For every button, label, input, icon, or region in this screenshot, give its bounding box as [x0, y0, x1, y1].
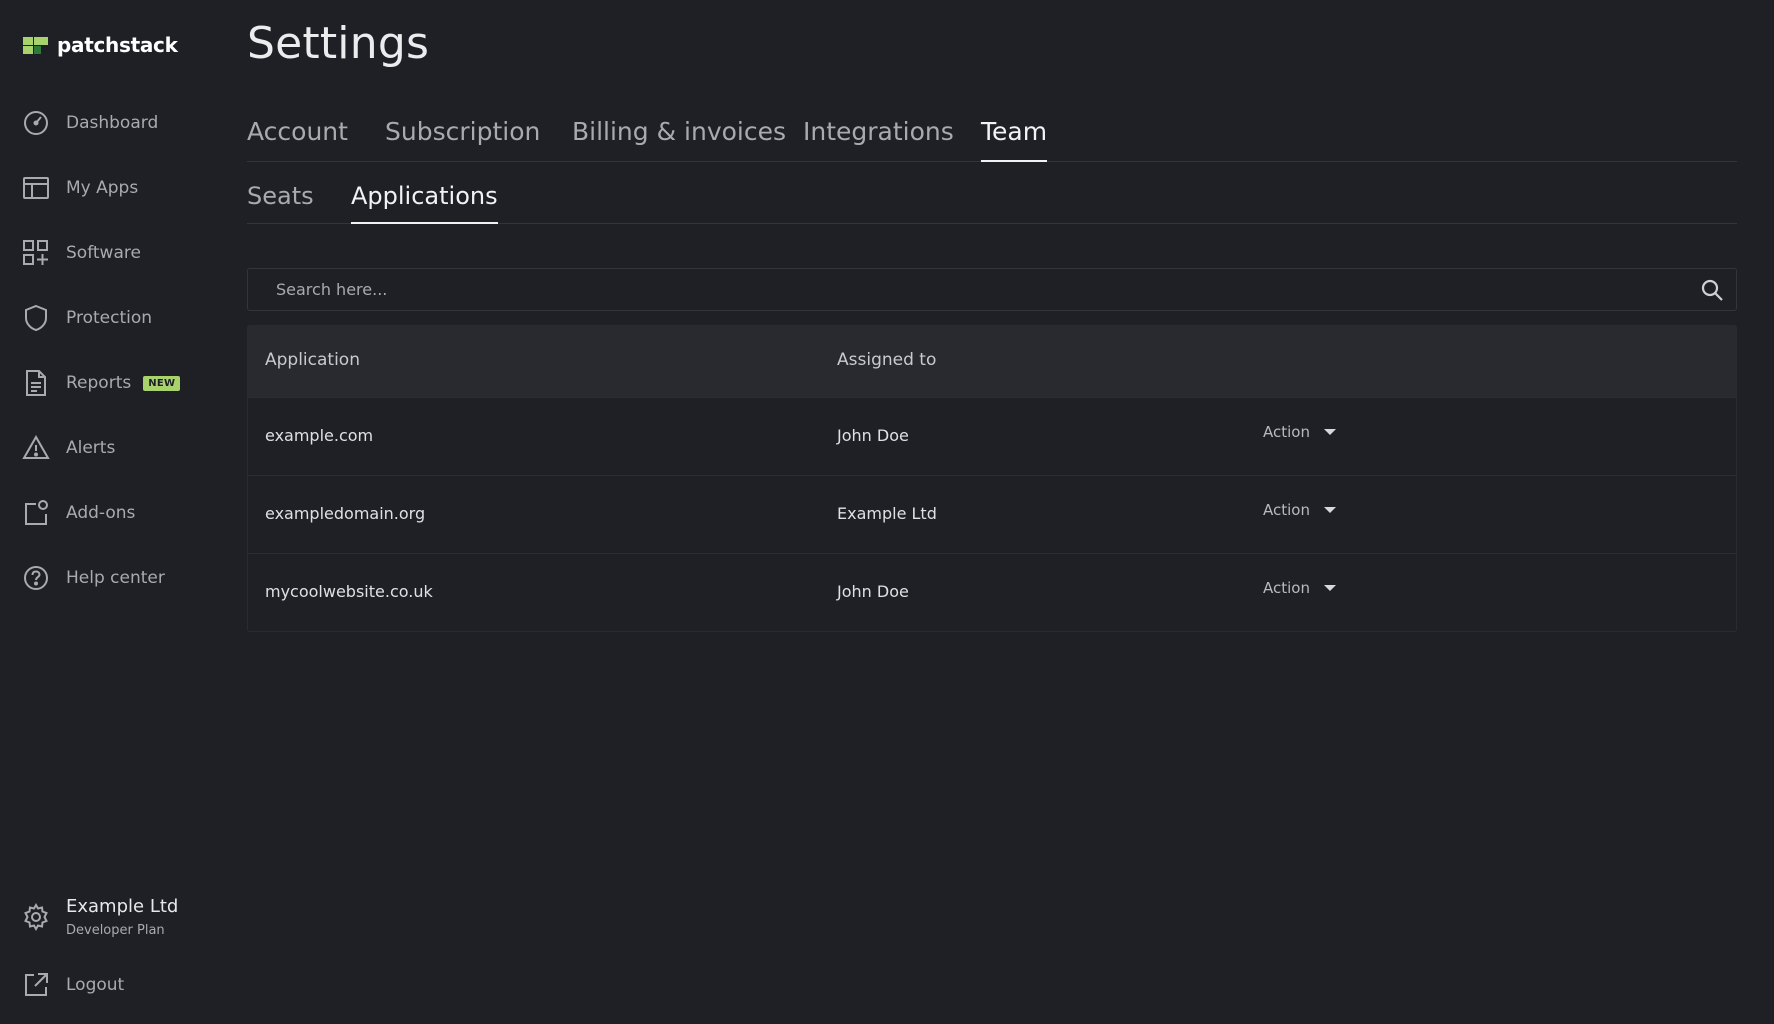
table-row: mycoolwebsite.co.uk John Doe Action	[248, 553, 1736, 631]
application-cell: mycoolwebsite.co.uk	[265, 582, 433, 601]
search-bar	[247, 268, 1737, 311]
new-badge: NEW	[143, 375, 181, 391]
action-dropdown[interactable]: Action	[1263, 423, 1336, 441]
assigned-to-cell: Example Ltd	[837, 504, 937, 523]
column-header-application[interactable]: Application	[265, 350, 360, 370]
table-header: Application Assigned to	[248, 326, 1736, 397]
grid-plus-icon	[23, 240, 48, 265]
brand-name: patchstack	[57, 33, 178, 57]
column-header-assigned-to[interactable]: Assigned to	[837, 350, 936, 370]
sidebar-item-alerts[interactable]: Alerts	[22, 431, 212, 465]
subtab-applications[interactable]: Applications	[351, 176, 498, 224]
sidebar-item-dashboard[interactable]: Dashboard	[22, 106, 212, 140]
tab-subscription[interactable]: Subscription	[385, 112, 540, 162]
account-name: Example Ltd	[66, 896, 179, 917]
external-link-icon	[25, 973, 48, 996]
sidebar-item-label: Software	[66, 243, 141, 263]
tab-billing-invoices[interactable]: Billing & invoices	[572, 112, 786, 162]
tab-team[interactable]: Team	[981, 112, 1048, 162]
application-cell: exampledomain.org	[265, 504, 426, 523]
action-label: Action	[1263, 579, 1310, 597]
tab-integrations[interactable]: Integrations	[803, 112, 954, 162]
search-input[interactable]	[248, 269, 1678, 310]
assigned-to-cell: John Doe	[837, 426, 909, 445]
account-plan: Developer Plan	[66, 923, 165, 938]
sidebar: patchstack Dashboard My Apps Software Pr…	[0, 0, 222, 1024]
logout-button[interactable]: Logout	[22, 968, 212, 1002]
caret-down-icon	[1323, 429, 1336, 435]
dashboard-gauge-icon	[24, 111, 48, 135]
applications-table: Application Assigned to example.com John…	[247, 325, 1737, 632]
sidebar-item-label: My Apps	[66, 178, 139, 198]
sidebar-item-my-apps[interactable]: My Apps	[22, 171, 212, 205]
sidebar-item-label: Reports	[66, 373, 132, 393]
brand-logo[interactable]: patchstack	[23, 32, 178, 58]
assigned-to-cell: John Doe	[837, 582, 909, 601]
page-title: Settings	[247, 18, 430, 69]
table-row: exampledomain.org Example Ltd Action	[248, 475, 1736, 553]
patchstack-logo-icon	[23, 35, 49, 55]
sidebar-item-label: Add-ons	[66, 503, 136, 523]
search-icon[interactable]	[1700, 278, 1724, 302]
layout-icon	[23, 177, 49, 199]
shield-icon	[25, 304, 47, 332]
sidebar-item-protection[interactable]: Protection	[22, 301, 212, 335]
sidebar-item-label: Dashboard	[66, 113, 159, 133]
team-subtabs: Seats Applications	[247, 176, 1737, 224]
table-row: example.com John Doe Action	[248, 397, 1736, 475]
settings-tabs: Account Subscription Billing & invoices …	[247, 112, 1737, 162]
action-label: Action	[1263, 501, 1310, 519]
sidebar-item-help-center[interactable]: Help center	[22, 561, 212, 595]
action-label: Action	[1263, 423, 1310, 441]
sidebar-item-label: Help center	[66, 568, 165, 588]
sidebar-item-label: Alerts	[66, 438, 116, 458]
gear-icon	[24, 903, 48, 931]
action-dropdown[interactable]: Action	[1263, 501, 1336, 519]
account-switcher[interactable]: Example Ltd Developer Plan	[22, 896, 178, 938]
action-dropdown[interactable]: Action	[1263, 579, 1336, 597]
help-circle-icon	[24, 566, 48, 590]
caret-down-icon	[1323, 585, 1336, 591]
sidebar-item-label: Protection	[66, 308, 153, 328]
application-cell: example.com	[265, 426, 374, 445]
sidebar-item-software[interactable]: Software	[22, 236, 212, 270]
warning-triangle-icon	[22, 434, 50, 459]
document-icon	[26, 370, 46, 396]
sidebar-item-add-ons[interactable]: Add-ons	[22, 496, 212, 530]
subtab-seats[interactable]: Seats	[247, 176, 314, 224]
tab-account[interactable]: Account	[247, 112, 348, 162]
logout-label: Logout	[66, 975, 125, 995]
addon-icon	[25, 500, 48, 525]
sidebar-item-reports[interactable]: Reports NEW	[22, 366, 212, 400]
caret-down-icon	[1323, 507, 1336, 513]
